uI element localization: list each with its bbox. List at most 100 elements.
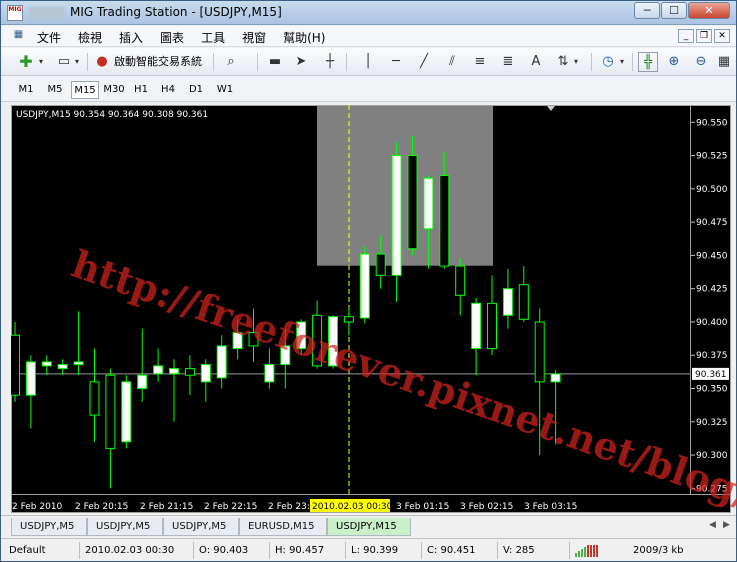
bear-candle xyxy=(375,253,386,276)
horizontal-line-icon[interactable]: ─ xyxy=(386,52,406,72)
candlestick-chart[interactable]: USDJPY,M15 90.354 90.364 90.308 90.361 90… xyxy=(11,105,731,513)
timeframe-h4-button[interactable]: H4 xyxy=(155,81,181,99)
profiles-dropdown-icon[interactable]: ▾ xyxy=(72,52,82,72)
bear-candle xyxy=(11,334,20,396)
timeframe-toolbar: M1 M5 M15 M30 H1 H4 D1 W1 xyxy=(1,77,736,102)
menu-view[interactable]: 檢視 xyxy=(78,29,111,46)
bull-candle xyxy=(264,364,275,383)
app-window: MIG MIG Trading Station - [USDJPY,M15] ─… xyxy=(0,0,737,562)
bull-candle xyxy=(216,345,227,379)
trendline-icon[interactable]: ╱ xyxy=(414,52,434,72)
bear-candle xyxy=(105,374,116,449)
timeframe-m30-button[interactable]: M30 xyxy=(101,81,127,99)
vertical-line-icon[interactable]: │ xyxy=(358,52,378,72)
time-tick-label: 2 Feb 21:15 xyxy=(140,502,193,512)
chart-tab[interactable]: EURUSD,M15 xyxy=(239,518,327,536)
mdi-minimize-button[interactable]: _ xyxy=(678,29,694,43)
bull-candle xyxy=(328,316,338,367)
rectangle-tool-icon[interactable]: ▬ xyxy=(265,52,285,72)
bull-candle xyxy=(57,364,68,370)
time-tick-label: 2 Feb 20:15 xyxy=(75,502,128,512)
menu-tools[interactable]: 工具 xyxy=(201,29,234,46)
menu-insert[interactable]: 插入 xyxy=(119,29,152,46)
time-tick-label: 3 Feb 02:15 xyxy=(460,502,513,512)
status-separator xyxy=(79,542,80,559)
window-minimize-button[interactable]: ─ xyxy=(634,2,660,19)
price-tick-label: 90.450 xyxy=(696,251,728,261)
new-chart-icon[interactable]: ✚ xyxy=(15,52,37,72)
zoom-in-icon[interactable]: ⊕ xyxy=(664,52,684,72)
periodicity-clock-icon[interactable]: ◷ xyxy=(599,52,617,72)
time-tick-label: 2 Feb 22:15 xyxy=(204,502,257,512)
fibonacci-fan-icon[interactable]: ≣ xyxy=(498,52,518,72)
price-tick-label: 90.550 xyxy=(696,118,728,128)
price-tick-label: 90.525 xyxy=(696,152,728,162)
timeframe-d1-button[interactable]: D1 xyxy=(183,81,209,99)
toolbar-separator xyxy=(257,53,258,71)
crosshair-tool-icon[interactable]: ┼ xyxy=(320,52,340,72)
price-tick-label: 90.500 xyxy=(696,185,728,195)
text-tool-icon[interactable]: A xyxy=(526,52,546,72)
bear-candle xyxy=(407,155,418,250)
bull-candle xyxy=(153,365,164,375)
cursor-tool-icon[interactable]: ➤ xyxy=(291,52,311,72)
app-logo-icon: MIG xyxy=(7,5,23,21)
new-chart-dropdown-icon[interactable]: ▾ xyxy=(36,52,46,72)
price-tick-label: 90.275 xyxy=(696,484,728,494)
zoom-out-icon[interactable]: ⊖ xyxy=(691,52,711,72)
status-bar: Default 2010.02.03 00:30 O: 90.403 H: 90… xyxy=(1,538,736,561)
timeframe-m1-button[interactable]: M1 xyxy=(13,81,39,99)
profiles-icon[interactable]: ▭ xyxy=(55,52,73,72)
status-separator xyxy=(569,542,570,559)
window-close-button[interactable]: ✕ xyxy=(688,2,730,19)
timeframe-m15-button[interactable]: M15 xyxy=(71,81,99,99)
title-bar[interactable]: MIG MIG Trading Station - [USDJPY,M15] ─… xyxy=(1,1,736,25)
crosshair-time-label: 2010.02.03 00:30 xyxy=(312,502,393,512)
chart-tab[interactable]: USDJPY,M5 xyxy=(163,518,239,536)
tab-scroll-right-icon[interactable]: ▶ xyxy=(723,520,730,530)
bear-candle xyxy=(439,175,450,267)
bull-candle xyxy=(423,177,434,230)
timeframe-h1-button[interactable]: H1 xyxy=(129,81,153,99)
equidistant-channel-icon[interactable]: ⫽ xyxy=(442,52,462,72)
status-separator xyxy=(345,542,346,559)
bull-candle xyxy=(41,361,52,367)
mdi-restore-button[interactable]: ❐ xyxy=(696,29,712,43)
bull-candle xyxy=(471,302,482,350)
market-watch-icon[interactable]: ⌕ xyxy=(221,52,241,72)
timeframe-w1-button[interactable]: W1 xyxy=(211,81,239,99)
chart-tab-active[interactable]: USDJPY,M15 xyxy=(327,518,411,536)
status-separator xyxy=(269,542,270,559)
status-low: L: 90.399 xyxy=(351,545,399,556)
mdi-close-button[interactable]: ✕ xyxy=(714,29,730,43)
window-maximize-button[interactable]: ☐ xyxy=(661,2,687,19)
periodicity-dropdown-icon[interactable]: ▾ xyxy=(617,52,627,72)
expert-advisor-button-label[interactable]: 啟動智能交易系統 xyxy=(114,52,206,72)
menu-charts[interactable]: 圖表 xyxy=(160,29,193,46)
status-close: C: 90.451 xyxy=(427,545,476,556)
fibonacci-retracement-icon[interactable]: ≡ xyxy=(470,52,490,72)
arrow-dropdown-icon[interactable]: ▾ xyxy=(571,52,581,72)
arrow-tool-icon[interactable]: ⇅ xyxy=(554,52,572,72)
status-separator xyxy=(421,542,422,559)
bull-candle xyxy=(502,288,513,316)
chart-document-icon[interactable]: ▦ xyxy=(11,29,26,43)
bull-candle xyxy=(550,373,561,383)
tab-scroll-left-icon[interactable]: ◀ xyxy=(709,520,716,530)
bull-candle xyxy=(121,381,132,443)
chart-tab[interactable]: USDJPY,M5 xyxy=(11,518,87,536)
expert-advisor-icon[interactable]: ● xyxy=(92,52,112,72)
bear-candle xyxy=(184,368,195,376)
menu-file[interactable]: 文件 xyxy=(37,29,70,46)
menu-window[interactable]: 視窗 xyxy=(242,29,275,46)
chart-tab[interactable]: USDJPY,M5 xyxy=(87,518,163,536)
toolbar-separator xyxy=(87,53,88,71)
status-time: 2010.02.03 00:30 xyxy=(85,545,175,556)
candlestick-chart-icon[interactable]: ╬ xyxy=(638,52,658,72)
menu-help[interactable]: 幫助(H) xyxy=(283,29,334,46)
timeframe-m5-button[interactable]: M5 xyxy=(41,81,69,99)
price-tick-label: 90.300 xyxy=(696,451,728,461)
bull-candle xyxy=(25,361,36,396)
price-tick-label: 90.475 xyxy=(696,218,728,228)
tile-windows-icon[interactable]: ▦ xyxy=(715,52,733,72)
